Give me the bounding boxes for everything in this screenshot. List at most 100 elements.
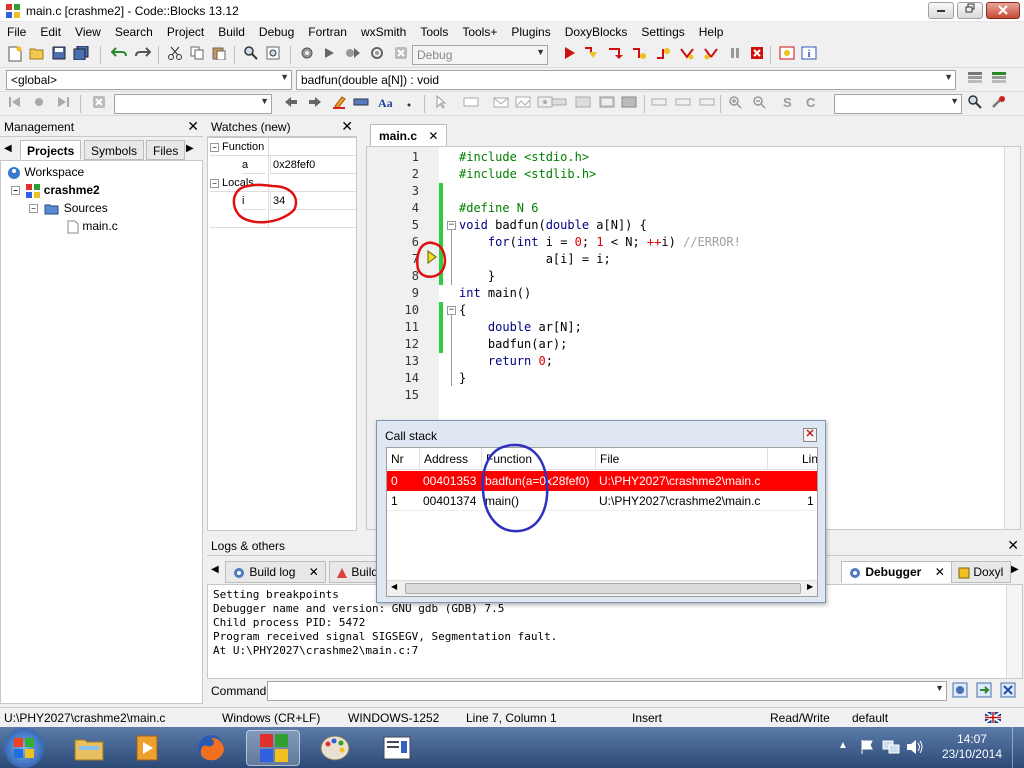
abort-button[interactable] (392, 46, 410, 64)
debugging-windows-button[interactable] (778, 46, 796, 64)
tab-symbols[interactable]: Symbols (84, 140, 145, 160)
open-button[interactable] (28, 46, 46, 64)
tree-folder-sources[interactable]: − Sources (29, 200, 108, 216)
start-button[interactable] (4, 728, 44, 768)
first-bookmark-button[interactable] (6, 95, 24, 113)
scroll-left-icon[interactable]: ◀ (391, 582, 397, 591)
save-button[interactable] (50, 46, 68, 64)
close-button[interactable] (986, 2, 1020, 19)
scroll-right-icon[interactable]: ▶ (186, 143, 194, 154)
column-header-nr[interactable]: Nr (387, 448, 419, 470)
taskbar-firefox[interactable] (184, 730, 238, 766)
save-all-button[interactable] (72, 45, 90, 64)
widget-c-button[interactable] (698, 95, 716, 113)
menu-settings[interactable]: Settings (634, 22, 691, 39)
scroll-right-icon[interactable]: ▶ (807, 582, 813, 591)
close-icon[interactable]: ✕ (1007, 537, 1019, 553)
menu-tools-plus[interactable]: Tools+ (455, 22, 504, 39)
load-script-button[interactable] (951, 682, 969, 700)
run-button[interactable] (320, 46, 338, 64)
find-button[interactable] (242, 46, 260, 64)
rebuild-button[interactable] (368, 46, 386, 64)
c-tool-button[interactable]: C (802, 95, 820, 113)
back-button[interactable] (282, 95, 300, 113)
break-debugger-button[interactable] (726, 46, 744, 64)
action-center-flag-icon[interactable] (860, 739, 874, 755)
editor-scrollbar[interactable] (1004, 147, 1020, 529)
call-stack-hscrollbar[interactable]: ◀ ▶ (387, 580, 817, 596)
widget-bar-button[interactable] (550, 95, 568, 113)
undo-button[interactable] (110, 46, 128, 64)
watch-group-function[interactable]: − Function (210, 138, 356, 156)
code-line[interactable]: return 0; (459, 353, 553, 370)
menu-edit[interactable]: Edit (33, 22, 68, 39)
code-line[interactable]: { (459, 302, 466, 319)
code-line[interactable]: badfun(ar); (459, 336, 567, 353)
debug-info-button[interactable]: i (800, 46, 818, 64)
taskbar-paint[interactable] (308, 730, 362, 766)
clear-log-button[interactable] (999, 682, 1017, 700)
tab-build-log[interactable]: Build log ✕ (225, 561, 326, 583)
column-header-file[interactable]: File (595, 448, 767, 470)
copy-button[interactable] (188, 46, 206, 64)
code-line[interactable]: } (459, 370, 466, 387)
collapse-icon[interactable]: − (210, 142, 219, 152)
menu-doxyblocks[interactable]: DoxyBlocks (558, 22, 635, 39)
widget-a-button[interactable] (650, 95, 668, 113)
s-tool-button[interactable]: S (778, 95, 796, 113)
toggle-bookmark-button[interactable] (30, 95, 48, 113)
forward-button[interactable] (306, 95, 324, 113)
widget-mail-button[interactable] (492, 95, 510, 113)
menu-fortran[interactable]: Fortran (301, 22, 354, 39)
debug-continue-button[interactable] (560, 46, 578, 64)
cut-button[interactable] (166, 46, 184, 64)
symbol-select[interactable]: badfun(double a[N]) : void ▼ (296, 70, 956, 90)
code-line[interactable]: double ar[N]; (459, 319, 582, 336)
collapse-icon[interactable]: − (29, 204, 38, 214)
code-line[interactable]: } (459, 268, 495, 285)
tab-debugger[interactable]: Debugger ✕ (841, 561, 952, 583)
fold-marker-icon[interactable]: − (447, 221, 456, 230)
code-line[interactable]: void badfun(double a[N]) { (459, 217, 647, 234)
match-brace-button[interactable] (352, 95, 370, 113)
doc-search-combo[interactable]: ▼ (834, 94, 962, 114)
collapse-icon[interactable]: − (210, 178, 219, 188)
doc-settings-button[interactable] (990, 95, 1008, 113)
zoom-out-button[interactable] (750, 95, 768, 113)
minimize-button[interactable] (928, 2, 954, 19)
taskbar-explorer[interactable] (62, 730, 116, 766)
build-run-button[interactable] (344, 46, 362, 64)
code-line[interactable]: #include <stdlib.h> (459, 166, 596, 183)
pointer-tool-button[interactable] (432, 94, 450, 113)
jump-implementation-button[interactable] (990, 70, 1008, 88)
font-button[interactable]: Aa (376, 95, 394, 113)
code-line[interactable]: int main() (459, 285, 531, 302)
build-button[interactable] (298, 46, 316, 64)
menu-build[interactable]: Build (211, 22, 252, 39)
step-out-button[interactable] (654, 46, 672, 64)
menu-wxsmith[interactable]: wxSmith (354, 22, 413, 39)
build-target-select[interactable]: Debug ▼ (412, 45, 548, 65)
run-to-cursor-button[interactable] (582, 46, 600, 64)
network-icon[interactable] (882, 739, 900, 755)
maximize-button[interactable] (957, 2, 983, 19)
widget-frame-button[interactable] (620, 95, 638, 113)
column-header-address[interactable]: Address (419, 448, 481, 470)
scroll-right-icon[interactable]: ▶ (1011, 564, 1019, 575)
stop-debugger-button[interactable] (748, 46, 766, 64)
jump-declaration-button[interactable] (966, 70, 984, 88)
tree-project-crashme2[interactable]: − crashme2 (11, 182, 100, 198)
taskbar-media-player[interactable] (120, 730, 174, 766)
close-icon[interactable]: ✕ (341, 118, 353, 134)
menu-view[interactable]: View (68, 22, 108, 39)
code-line[interactable]: #include <stdio.h> (459, 149, 589, 166)
menu-plugins[interactable]: Plugins (504, 22, 557, 39)
tab-files[interactable]: Files (146, 140, 186, 160)
tab-doxyblocks[interactable]: Doxyl (951, 561, 1011, 583)
menu-debug[interactable]: Debug (252, 22, 301, 39)
widget-panel-button[interactable] (598, 95, 616, 113)
close-icon[interactable]: ✕ (428, 129, 438, 143)
fold-marker-icon[interactable]: − (447, 306, 456, 315)
highlight-button[interactable] (330, 95, 348, 113)
step-instruction-button[interactable] (702, 46, 720, 64)
